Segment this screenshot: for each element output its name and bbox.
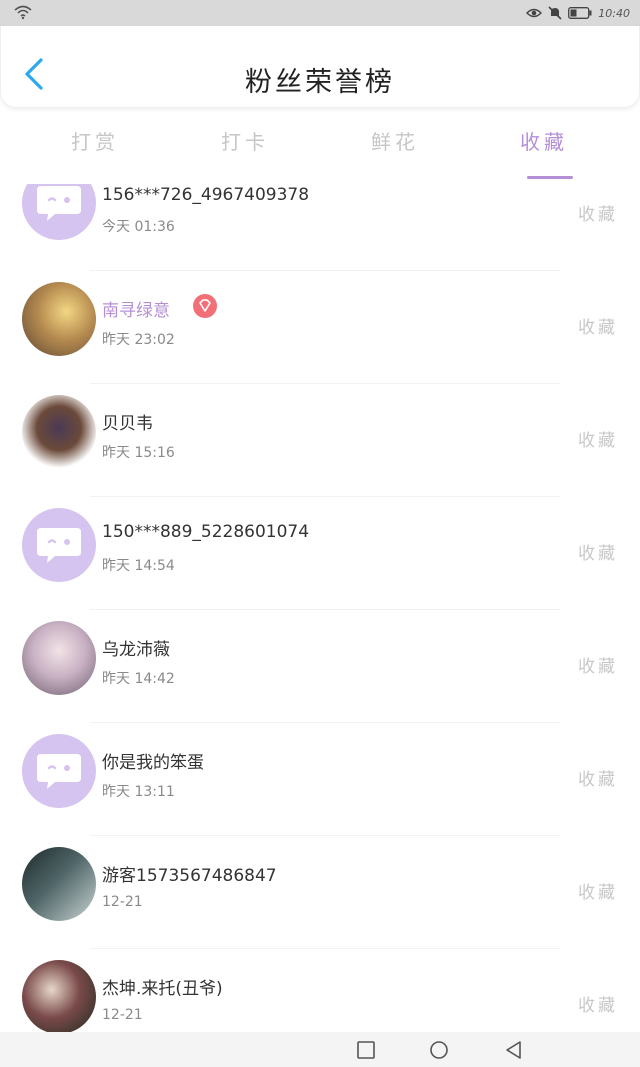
list-item[interactable]: 150***889_5228601074 昨天 14:54 收藏 <box>0 497 640 610</box>
user-photo-avatar[interactable] <box>22 621 96 695</box>
page-header: 粉丝荣誉榜 <box>0 26 640 108</box>
wifi-icon <box>14 5 32 20</box>
status-bar: 10:40 <box>0 0 640 26</box>
battery-icon <box>568 7 592 19</box>
list-item[interactable]: 156***726_4967409378 今天 01:36 收藏 <box>0 184 640 271</box>
diamond-vip-icon <box>193 294 217 318</box>
page-title: 粉丝荣誉榜 <box>245 67 395 98</box>
list-item[interactable]: 游客1573567486847 12-21 收藏 <box>0 836 640 949</box>
user-name: 你是我的笨蛋 <box>102 753 204 773</box>
user-photo-avatar[interactable] <box>22 847 96 921</box>
status-time: 10:40 <box>598 6 630 20</box>
home-icon[interactable] <box>429 1040 449 1060</box>
user-name: 乌龙沛薇 <box>102 640 170 660</box>
favorite-action[interactable]: 收藏 <box>578 765 618 790</box>
back-icon[interactable] <box>504 1040 524 1060</box>
list-item[interactable]: 南寻绿意 昨天 23:02 收藏 <box>0 271 640 384</box>
default-chat-avatar[interactable] <box>22 184 96 240</box>
favorite-time: 12-21 <box>102 894 143 910</box>
user-photo-avatar[interactable] <box>22 395 96 469</box>
tab-flowers[interactable]: 鲜花 <box>355 126 435 155</box>
tab-active-indicator <box>527 176 573 179</box>
fan-list[interactable]: 156***726_4967409378 今天 01:36 收藏 南寻绿意 昨天… <box>0 184 640 1032</box>
user-photo-avatar[interactable] <box>22 282 96 356</box>
default-chat-avatar[interactable] <box>22 734 96 808</box>
favorite-action[interactable]: 收藏 <box>578 878 618 903</box>
list-item[interactable]: 乌龙沛薇 昨天 14:42 收藏 <box>0 610 640 723</box>
eye-icon <box>526 8 543 18</box>
favorite-time: 昨天 23:02 <box>102 332 175 348</box>
favorite-time: 昨天 14:54 <box>102 558 175 574</box>
favorite-action[interactable]: 收藏 <box>578 652 618 677</box>
tab-bar: 打赏 打卡 鲜花 收藏 <box>0 112 640 179</box>
favorite-action[interactable]: 收藏 <box>578 313 618 338</box>
tab-favorites[interactable]: 收藏 <box>504 126 584 179</box>
default-chat-avatar[interactable] <box>22 508 96 582</box>
list-item[interactable]: 你是我的笨蛋 昨天 13:11 收藏 <box>0 723 640 836</box>
user-photo-avatar[interactable] <box>22 960 96 1032</box>
list-item[interactable]: 杰坤.来托(丑爷) 12-21 收藏 <box>0 949 640 1032</box>
recent-apps-icon[interactable] <box>356 1040 376 1060</box>
user-name: 贝贝韦 <box>102 414 153 434</box>
user-name: 156***726_4967409378 <box>102 185 310 205</box>
user-name: 杰坤.来托(丑爷) <box>102 979 223 999</box>
favorite-action[interactable]: 收藏 <box>578 200 618 225</box>
favorite-time: 12-21 <box>102 1007 143 1023</box>
tab-reward[interactable]: 打赏 <box>55 126 135 155</box>
favorite-action[interactable]: 收藏 <box>578 426 618 451</box>
user-name: 南寻绿意 <box>102 301 170 321</box>
chat-bubble-icon <box>37 754 81 789</box>
favorite-time: 昨天 15:16 <box>102 445 175 461</box>
tab-checkin[interactable]: 打卡 <box>205 126 285 155</box>
favorite-time: 昨天 14:42 <box>102 671 175 687</box>
user-name: 游客1573567486847 <box>102 866 277 886</box>
chat-bubble-icon <box>37 528 81 563</box>
chat-bubble-icon <box>37 186 81 221</box>
mute-icon <box>548 6 562 20</box>
favorite-action[interactable]: 收藏 <box>578 539 618 564</box>
favorite-action[interactable]: 收藏 <box>578 991 618 1016</box>
favorite-time: 昨天 13:11 <box>102 784 175 800</box>
favorite-time: 今天 01:36 <box>102 219 175 235</box>
user-name: 150***889_5228601074 <box>102 522 310 542</box>
list-item[interactable]: 贝贝韦 昨天 15:16 收藏 <box>0 384 640 497</box>
system-navbar <box>0 1032 640 1067</box>
tab-favorites-label: 收藏 <box>520 130 568 154</box>
